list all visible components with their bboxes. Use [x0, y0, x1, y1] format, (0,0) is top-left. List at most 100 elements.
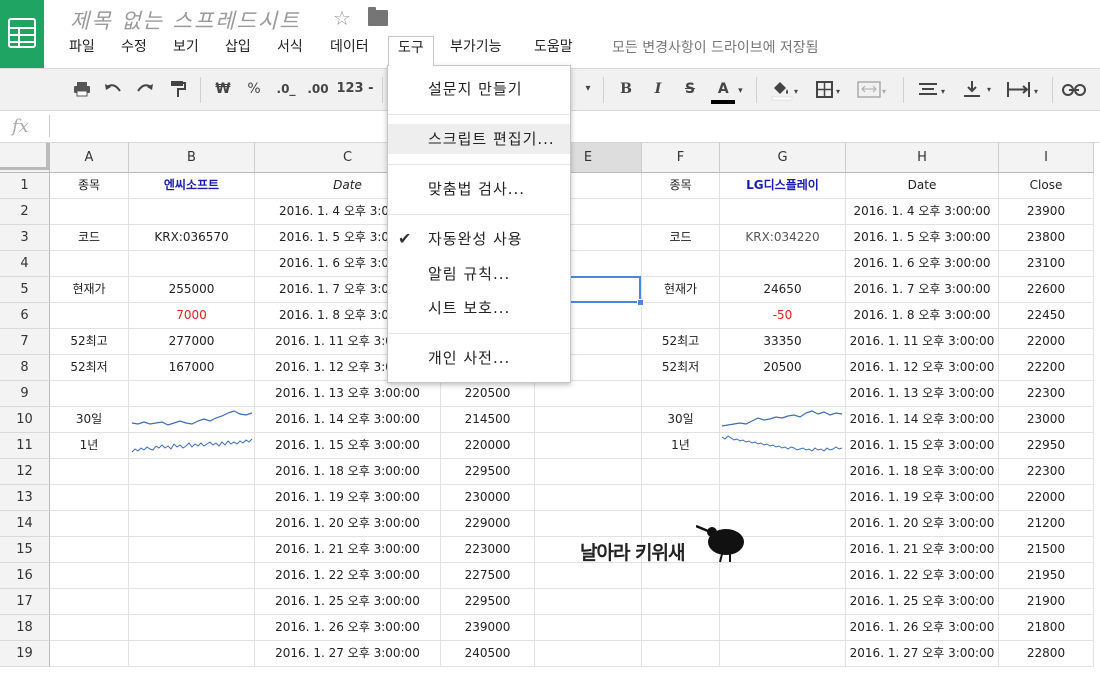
cell-a11[interactable]: 1년	[50, 433, 129, 459]
column-header-a[interactable]: A	[50, 143, 129, 173]
horizontal-align-icon[interactable]: ▾	[912, 69, 952, 110]
row-header-13[interactable]: 13	[0, 485, 50, 511]
cell-f17[interactable]	[642, 589, 720, 615]
cell-h12[interactable]: 2016. 1. 18 오후 3:00:00	[846, 459, 999, 485]
vertical-align-icon[interactable]: ▾	[955, 69, 999, 110]
cell-d16[interactable]: 227500	[441, 563, 535, 589]
cell-i14[interactable]: 21200	[999, 511, 1094, 537]
cell-a19[interactable]	[50, 641, 129, 667]
cell-e12[interactable]	[535, 459, 642, 485]
cell-g19[interactable]	[720, 641, 846, 667]
row-header-6[interactable]: 6	[0, 303, 50, 329]
cell-i4[interactable]: 23100	[999, 251, 1094, 277]
cell-b14[interactable]	[129, 511, 255, 537]
cell-i15[interactable]: 21500	[999, 537, 1094, 563]
currency-format-button[interactable]: ₩	[210, 69, 236, 110]
cell-f8[interactable]: 52최저	[642, 355, 720, 381]
cell-b4[interactable]	[129, 251, 255, 277]
row-header-4[interactable]: 4	[0, 251, 50, 277]
cell-h6[interactable]: 2016. 1. 8 오후 3:00:00	[846, 303, 999, 329]
row-header-16[interactable]: 16	[0, 563, 50, 589]
row-header-5[interactable]: 5	[0, 277, 50, 303]
text-color-icon[interactable]: A ▾	[708, 69, 746, 110]
row-header-15[interactable]: 15	[0, 537, 50, 563]
cell-b15[interactable]	[129, 537, 255, 563]
cell-e11[interactable]	[535, 433, 642, 459]
menu-format[interactable]: 서식	[268, 36, 312, 62]
cell-b12[interactable]	[129, 459, 255, 485]
cell-b8[interactable]: 167000	[129, 355, 255, 381]
row-header-12[interactable]: 12	[0, 459, 50, 485]
cell-h15[interactable]: 2016. 1. 21 오후 3:00:00	[846, 537, 999, 563]
fill-color-icon[interactable]: ▾	[765, 69, 805, 110]
cell-a8[interactable]: 52최저	[50, 355, 129, 381]
cell-a4[interactable]	[50, 251, 129, 277]
cell-h16[interactable]: 2016. 1. 22 오후 3:00:00	[846, 563, 999, 589]
column-header-b[interactable]: B	[129, 143, 255, 173]
row-header-7[interactable]: 7	[0, 329, 50, 355]
cell-c9[interactable]: 2016. 1. 13 오후 3:00:00	[255, 381, 441, 407]
cell-b16[interactable]	[129, 563, 255, 589]
cell-g3[interactable]: KRX:034220	[720, 225, 846, 251]
cell-a12[interactable]	[50, 459, 129, 485]
cell-e9[interactable]	[535, 381, 642, 407]
cell-i2[interactable]: 23900	[999, 199, 1094, 225]
cell-d19[interactable]: 240500	[441, 641, 535, 667]
cell-b6[interactable]: 7000	[129, 303, 255, 329]
cell-b19[interactable]	[129, 641, 255, 667]
row-header-11[interactable]: 11	[0, 433, 50, 459]
cell-h18[interactable]: 2016. 1. 26 오후 3:00:00	[846, 615, 999, 641]
cell-d15[interactable]: 223000	[441, 537, 535, 563]
cell-c10[interactable]: 2016. 1. 14 오후 3:00:00	[255, 407, 441, 433]
cell-g12[interactable]	[720, 459, 846, 485]
column-header-g[interactable]: G	[720, 143, 846, 173]
merge-cells-icon[interactable]: ▾	[852, 69, 892, 110]
paint-format-icon[interactable]	[166, 69, 190, 110]
cell-f3[interactable]: 코드	[642, 225, 720, 251]
cell-g17[interactable]	[720, 589, 846, 615]
strikethrough-icon[interactable]: S	[678, 69, 702, 110]
cell-i8[interactable]: 22200	[999, 355, 1094, 381]
cell-h4[interactable]: 2016. 1. 6 오후 3:00:00	[846, 251, 999, 277]
cell-f1[interactable]: 종목	[642, 173, 720, 199]
cell-f10[interactable]: 30일	[642, 407, 720, 433]
cell-f4[interactable]	[642, 251, 720, 277]
cell-i7[interactable]: 22000	[999, 329, 1094, 355]
save-status[interactable]: 모든 변경사항이 드라이브에 저장됨	[612, 37, 819, 57]
cell-c16[interactable]: 2016. 1. 22 오후 3:00:00	[255, 563, 441, 589]
cell-g18[interactable]	[720, 615, 846, 641]
cell-h9[interactable]: 2016. 1. 13 오후 3:00:00	[846, 381, 999, 407]
cell-e17[interactable]	[535, 589, 642, 615]
menu-tools[interactable]: 도구	[388, 36, 434, 66]
sheets-logo-icon[interactable]	[0, 0, 44, 68]
cell-h11[interactable]: 2016. 1. 15 오후 3:00:00	[846, 433, 999, 459]
cell-a9[interactable]	[50, 381, 129, 407]
cell-h19[interactable]: 2016. 1. 27 오후 3:00:00	[846, 641, 999, 667]
cell-d10[interactable]: 214500	[441, 407, 535, 433]
cell-d17[interactable]: 229500	[441, 589, 535, 615]
cell-f6[interactable]	[642, 303, 720, 329]
cell-h2[interactable]: 2016. 1. 4 오후 3:00:00	[846, 199, 999, 225]
cell-i6[interactable]: 22450	[999, 303, 1094, 329]
cell-g4[interactable]	[720, 251, 846, 277]
row-header-10[interactable]: 10	[0, 407, 50, 433]
menu-addons[interactable]: 부가기능	[441, 36, 511, 62]
cell-e18[interactable]	[535, 615, 642, 641]
fill-handle[interactable]	[637, 299, 644, 306]
menu-item-autocomplete[interactable]: ✔ 자동완성 사용	[388, 224, 570, 254]
redo-icon[interactable]	[133, 69, 157, 110]
cell-i3[interactable]: 23800	[999, 225, 1094, 251]
cell-c12[interactable]: 2016. 1. 18 오후 3:00:00	[255, 459, 441, 485]
cell-a10[interactable]: 30일	[50, 407, 129, 433]
menu-help[interactable]: 도움말	[525, 36, 582, 62]
cell-f11[interactable]: 1년	[642, 433, 720, 459]
cell-i12[interactable]: 22300	[999, 459, 1094, 485]
cell-a6[interactable]	[50, 303, 129, 329]
cell-b17[interactable]	[129, 589, 255, 615]
row-header-9[interactable]: 9	[0, 381, 50, 407]
cell-h8[interactable]: 2016. 1. 12 오후 3:00:00	[846, 355, 999, 381]
cell-a5[interactable]: 현재가	[50, 277, 129, 303]
cell-i19[interactable]: 22800	[999, 641, 1094, 667]
cell-c15[interactable]: 2016. 1. 21 오후 3:00:00	[255, 537, 441, 563]
row-header-3[interactable]: 3	[0, 225, 50, 251]
